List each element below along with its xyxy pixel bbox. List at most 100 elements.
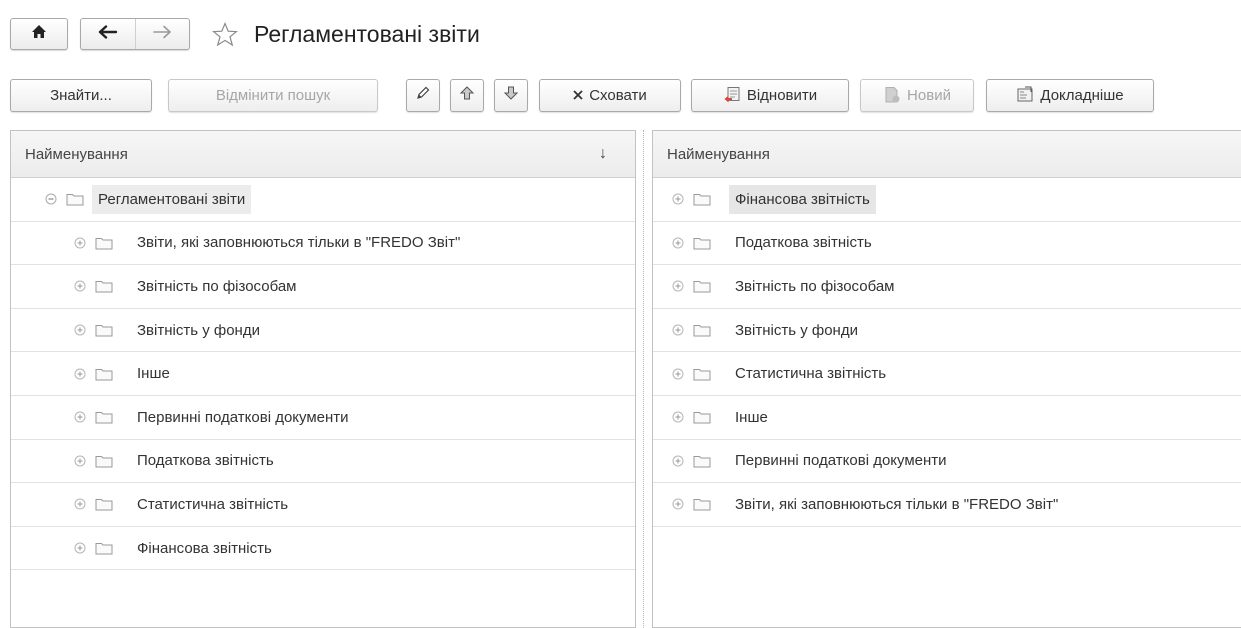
expand-icon[interactable] (73, 410, 87, 424)
panel-splitter[interactable] (643, 130, 645, 628)
expand-icon[interactable] (73, 541, 87, 555)
tree-row[interactable]: Первинні податкові документи (11, 396, 635, 440)
tree-root-row[interactable]: Регламентовані звіти (11, 178, 635, 222)
tree-item-label: Первинні податкові документи (137, 408, 349, 426)
left-tree-panel: Найменування ↓ Регламентовані звіти Звіт… (10, 130, 636, 628)
home-button[interactable] (10, 18, 68, 50)
folder-icon (95, 236, 113, 250)
tree-row[interactable]: Інше (653, 396, 1241, 440)
tree-row[interactable]: Фінансова звітність (653, 178, 1241, 222)
expand-icon[interactable] (73, 497, 87, 511)
tree-row[interactable]: Звіти, які заповнюються тільки в "FREDO … (11, 222, 635, 266)
move-up-button[interactable] (450, 78, 484, 112)
sort-descending-icon[interactable]: ↓ (599, 145, 607, 163)
forward-button[interactable] (134, 19, 190, 49)
folder-icon (693, 454, 711, 468)
expand-icon[interactable] (73, 454, 87, 468)
tree-item-label: Регламентовані звіти (92, 184, 252, 214)
expand-icon[interactable] (671, 367, 685, 381)
details-button-label: Докладніше (1040, 86, 1124, 104)
right-list-items: Фінансова звітність Податкова звітність Зв… (653, 178, 1241, 527)
collapse-icon[interactable] (44, 192, 58, 206)
expand-icon[interactable] (671, 236, 685, 250)
tree-item-label: Фінансова звітність (137, 539, 272, 557)
tree-row[interactable]: Звітність по фізособам (11, 265, 635, 309)
expand-icon[interactable] (73, 367, 87, 381)
tree-item-label: Фінансова звітність (729, 184, 876, 214)
close-icon (573, 90, 583, 100)
right-list-panel: Найменування Фінансова звітність Податков… (652, 130, 1241, 628)
arrow-up-icon (459, 85, 475, 105)
new-button[interactable]: Новий (860, 78, 974, 112)
title-bar: Регламентовані звіти (10, 14, 480, 54)
folder-icon (95, 323, 113, 337)
find-button-label: Знайти... (50, 86, 112, 104)
left-column-header[interactable]: Найменування ↓ (11, 131, 635, 178)
tree-row[interactable]: Податкова звітність (11, 440, 635, 484)
expand-icon[interactable] (73, 323, 87, 337)
arrow-down-icon (503, 85, 519, 105)
tree-row[interactable]: Звітність у фонди (11, 309, 635, 353)
tree-item-label: Інше (137, 365, 170, 383)
tree-row[interactable]: Статистична звітність (653, 352, 1241, 396)
folder-icon (95, 410, 113, 424)
cancel-search-button[interactable]: Відмінити пошук (168, 78, 378, 112)
tree-row[interactable]: Звітність у фонди (653, 309, 1241, 353)
tree-item-label: Звітність у фонди (735, 321, 858, 339)
tree-item-label: Звітність по фізособам (735, 277, 895, 295)
expand-icon[interactable] (73, 236, 87, 250)
tree-item-label: Податкова звітність (137, 452, 274, 470)
folder-icon (95, 541, 113, 555)
right-column-header[interactable]: Найменування (653, 131, 1241, 178)
tree-item-label: Звіти, які заповнюються тільки в "FREDO … (735, 495, 1059, 513)
edit-button[interactable] (406, 78, 440, 112)
right-column-title: Найменування (667, 145, 770, 163)
find-button[interactable]: Знайти... (10, 78, 152, 112)
details-button[interactable]: Докладніше (986, 78, 1154, 112)
folder-icon (95, 367, 113, 381)
expand-icon[interactable] (671, 454, 685, 468)
details-icon (1016, 86, 1034, 104)
folder-icon (66, 192, 84, 206)
tree-row[interactable]: Фінансова звітність (11, 527, 635, 571)
folder-icon (95, 454, 113, 468)
tree-item-label: Статистична звітність (735, 365, 887, 383)
back-arrow-icon (98, 24, 118, 44)
folder-icon (95, 497, 113, 511)
tree-item-label: Первинні податкові документи (735, 452, 947, 470)
expand-icon[interactable] (671, 410, 685, 424)
folder-icon (693, 410, 711, 424)
star-icon[interactable] (212, 21, 238, 47)
tree-item-label: Звітність у фонди (137, 321, 260, 339)
tree-row[interactable]: Первинні податкові документи (653, 440, 1241, 484)
restore-button[interactable]: Відновити (691, 78, 849, 112)
expand-icon[interactable] (671, 323, 685, 337)
folder-icon (95, 279, 113, 293)
hide-button-label: Сховати (589, 86, 647, 104)
expand-icon[interactable] (671, 497, 685, 511)
hide-button[interactable]: Сховати (539, 78, 681, 112)
left-tree-items: Звіти, які заповнюються тільки в "FREDO … (11, 222, 635, 571)
folder-icon (693, 323, 711, 337)
tree-row[interactable]: Звіти, які заповнюються тільки в "FREDO … (653, 483, 1241, 527)
expand-icon[interactable] (73, 279, 87, 293)
pencil-icon (415, 85, 431, 105)
tree-row[interactable]: Звітність по фізособам (653, 265, 1241, 309)
tree-item-label: Податкова звітність (735, 234, 872, 252)
back-button[interactable] (81, 19, 135, 49)
move-down-button[interactable] (494, 78, 528, 112)
folder-icon (693, 367, 711, 381)
tree-row[interactable]: Податкова звітність (653, 222, 1241, 266)
expand-icon[interactable] (671, 192, 685, 206)
tree-item-label: Статистична звітність (137, 495, 289, 513)
tree-row[interactable]: Інше (11, 352, 635, 396)
folder-icon (693, 236, 711, 250)
restore-icon (723, 86, 741, 104)
history-nav (80, 18, 190, 50)
expand-icon[interactable] (671, 279, 685, 293)
tree-row[interactable]: Статистична звітність (11, 483, 635, 527)
folder-icon (693, 279, 711, 293)
home-icon (31, 24, 47, 44)
forward-arrow-icon (152, 25, 172, 44)
toolbar: Знайти... Відмінити пошук Сховати Віднов… (10, 77, 1154, 113)
